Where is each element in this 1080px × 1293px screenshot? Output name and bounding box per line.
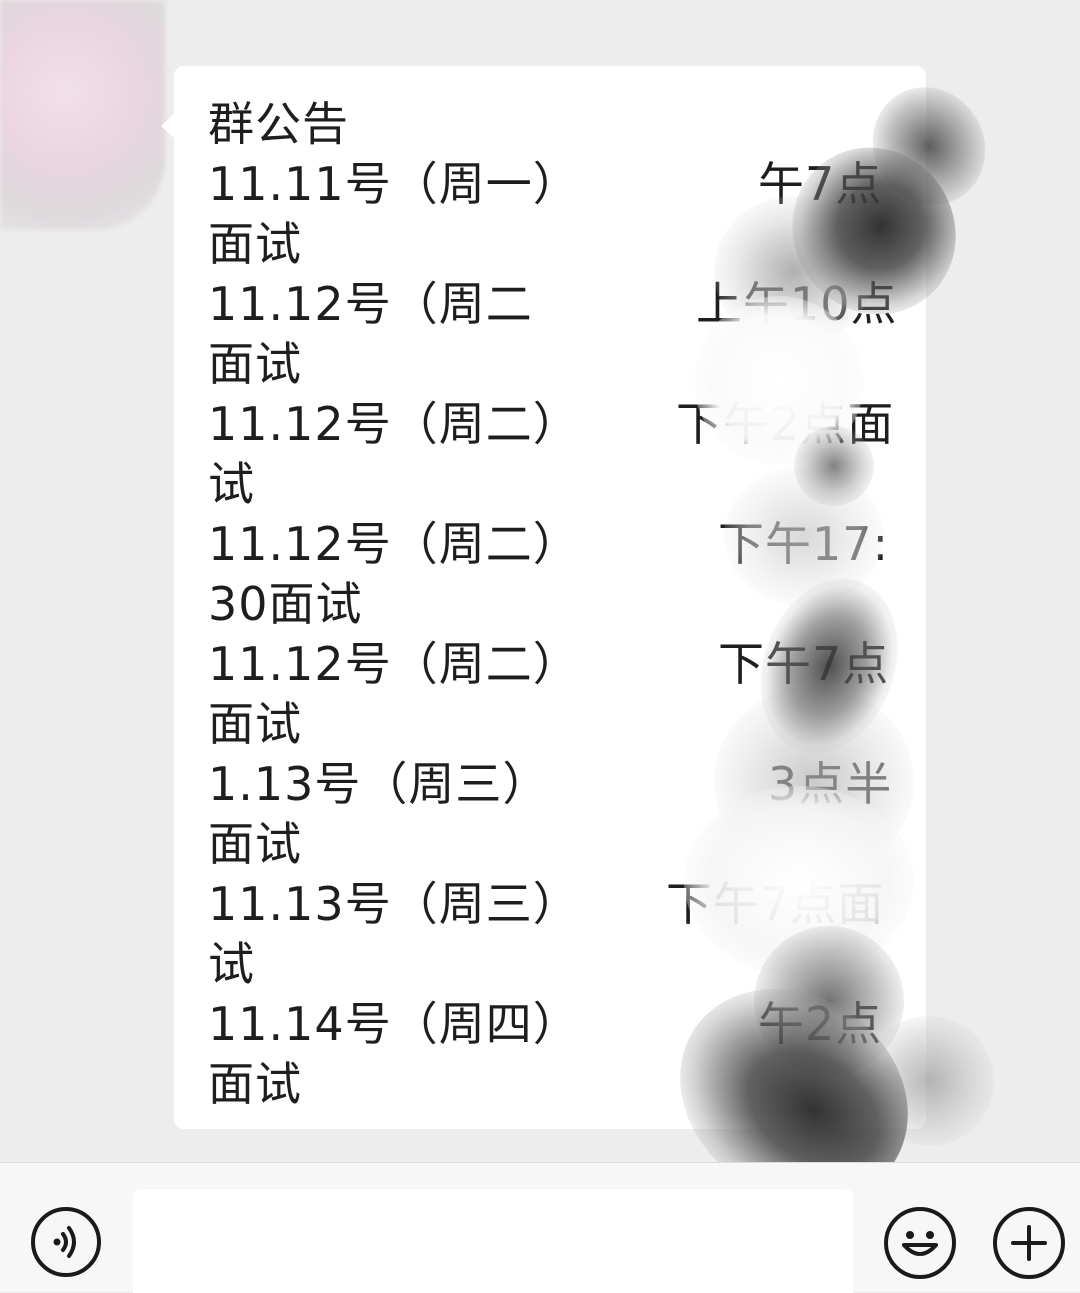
schedule-line: 11.12号（周二） 下午2点面 [208,397,895,451]
schedule-line: 30面试 [208,577,363,631]
schedule-line: 面试 [208,217,302,271]
schedule-line: 1.13号（周三） 3点半 [208,757,893,811]
announcement-title: 群公告 [208,97,349,151]
plus-icon [1011,1225,1047,1261]
voice-button[interactable] [31,1207,101,1277]
schedule-line: 11.12号（周二 上午10点 [208,277,898,331]
schedule-line: 面试 [208,1057,302,1111]
schedule-line: 试 [208,937,255,991]
schedule-line: 11.11号（周一） 午7点 [208,157,883,211]
message-bubble[interactable]: 群公告 11.11号（周一） 午7点 面试 11.12号（周二 上午10点 面试 1… [161,66,1007,1247]
schedule-line: 面试 [208,817,302,871]
schedule-line: 11.12号（周二） 下午17: [208,517,890,571]
chat-area: 群公告 11.11号（周一） 午7点 面试 11.12号（周二 上午10点 面试 1… [0,0,1080,1247]
emoji-icon [902,1231,938,1256]
emoji-button[interactable] [884,1207,956,1279]
avatar[interactable] [0,0,165,230]
schedule-line: 11.13号（周三） 下午7点面 [208,877,885,931]
announcement-text: 群公告 11.11号（周一） 午7点 面试 11.12号（周二 上午10点 面试 1… [208,94,898,1114]
plus-button[interactable] [993,1207,1065,1279]
schedule-line: 11.14号（周四） 午2点 [208,997,883,1051]
schedule-line: 面试 [208,337,302,391]
voice-icon [53,1226,76,1258]
schedule-line: 试 [208,457,255,511]
schedule-line: 11.12号（周二） 下午7点 [208,637,890,691]
message-input[interactable] [133,1189,853,1293]
input-bar [0,1162,1080,1293]
schedule-line: 面试 [208,697,302,751]
